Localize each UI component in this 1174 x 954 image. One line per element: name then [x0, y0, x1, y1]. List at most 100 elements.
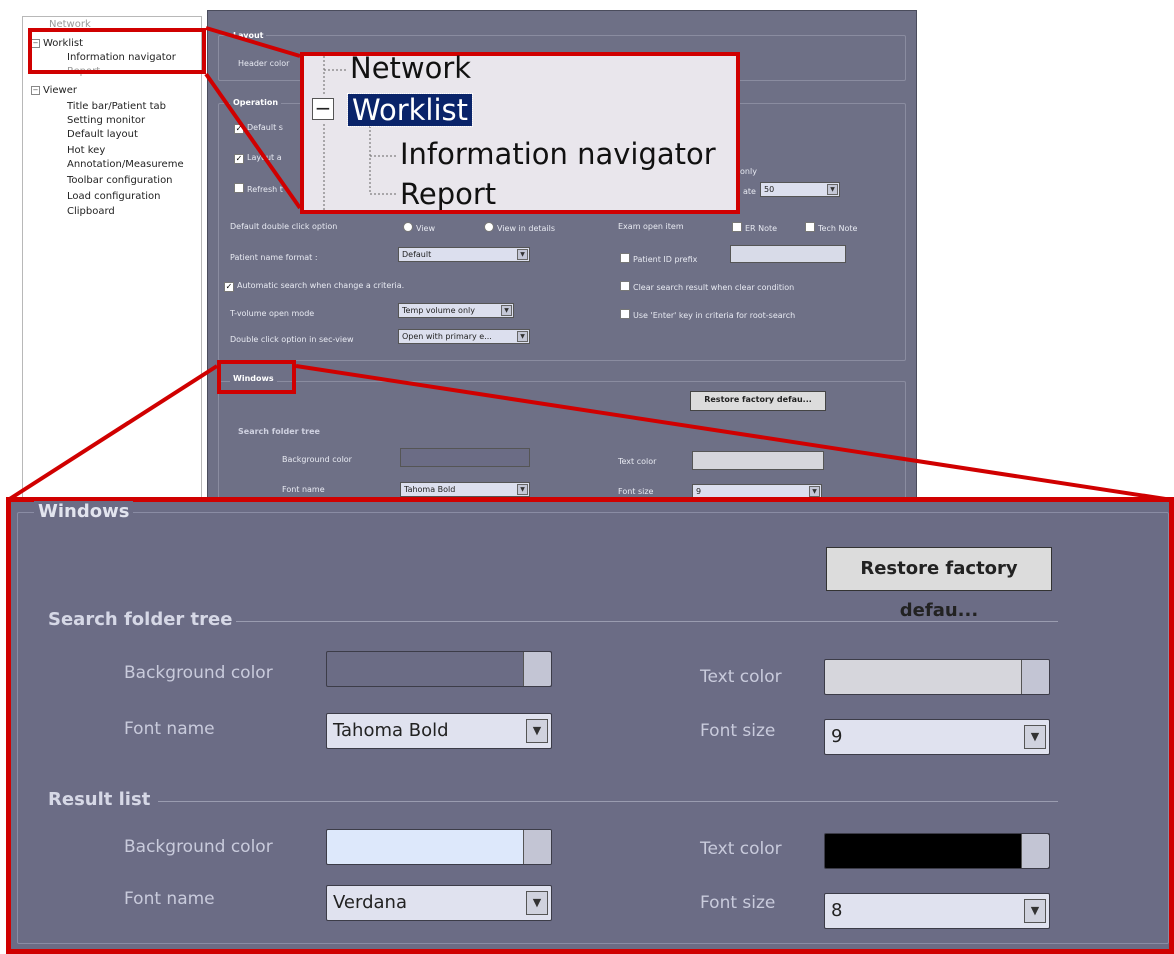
collapse-icon[interactable]: −: [312, 98, 334, 120]
dbl-secview-value: Open with primary e...: [402, 332, 492, 341]
zoom-tree-report[interactable]: Report: [400, 178, 496, 210]
checkbox-checked[interactable]: ✓: [234, 124, 244, 134]
tree-item-viewer[interactable]: − Viewer: [31, 85, 77, 97]
tree-item-clipboard[interactable]: Clipboard: [67, 206, 115, 218]
collapse-icon[interactable]: −: [31, 86, 40, 95]
font-name-label-small: Font name: [282, 485, 325, 494]
chevron-down-icon[interactable]: ▼: [517, 249, 528, 260]
zoom-tree-network[interactable]: Network: [350, 52, 471, 84]
tree-item-hot-key[interactable]: Hot key: [67, 145, 105, 157]
exam-open-label: Exam open item: [618, 222, 684, 231]
color-picker-button[interactable]: [523, 652, 551, 686]
rl-background-color-swatch[interactable]: [326, 829, 552, 865]
default-option[interactable]: ✓ Default s: [234, 123, 283, 134]
clear-search-option[interactable]: Clear search result when clear condition: [620, 281, 794, 292]
chevron-down-icon[interactable]: ▼: [1024, 725, 1046, 749]
sft-background-color-label: Background color: [124, 663, 273, 683]
operation-group-title: Operation: [230, 98, 282, 107]
highlight-box-windows: [217, 360, 296, 394]
chevron-down-icon[interactable]: ▼: [501, 305, 512, 316]
chevron-down-icon[interactable]: ▼: [526, 719, 548, 743]
dbl-secview-label: Double click option in sec-view: [230, 335, 354, 344]
sft-font-name-label: Font name: [124, 719, 215, 739]
restore-defaults-button-small[interactable]: Restore factory defau...: [690, 391, 826, 411]
patient-name-select[interactable]: Default ▼: [398, 247, 530, 262]
dbl-click-label: Default double click option: [230, 222, 338, 231]
tree-item-default-layout[interactable]: Default layout: [67, 129, 138, 141]
chevron-down-icon[interactable]: ▼: [517, 331, 528, 342]
view-radio[interactable]: View: [403, 222, 435, 233]
windows-zoom-panel: Windows Restore factory defau... Search …: [6, 497, 1174, 954]
zoom-tree-worklist[interactable]: Worklist: [346, 93, 474, 127]
er-note-label: ER Note: [745, 224, 778, 233]
font-size-label-small: Font size: [618, 487, 654, 496]
background-color-swatch-small[interactable]: [400, 448, 530, 467]
checkbox-checked[interactable]: ✓: [224, 282, 234, 292]
auto-search-label: Automatic search when change a criteria.: [237, 281, 405, 290]
sft-font-size-value: 9: [831, 726, 843, 747]
section-divider: [236, 621, 1058, 622]
er-note-option[interactable]: ER Note: [732, 222, 777, 233]
patient-id-prefix-input[interactable]: [730, 245, 846, 263]
rl-font-size-value: 8: [831, 900, 843, 921]
checkbox-unchecked[interactable]: [620, 253, 630, 263]
tree-item-setting-monitor[interactable]: Setting monitor: [67, 115, 145, 127]
tree-item-toolbar-configuration[interactable]: Toolbar configuration: [67, 175, 173, 187]
sft-background-color-swatch[interactable]: [326, 651, 552, 687]
search-folder-tree-heading-small: Search folder tree: [238, 427, 320, 436]
checkbox-unchecked[interactable]: [620, 281, 630, 291]
layout-option[interactable]: ✓ Layout a: [234, 153, 282, 164]
font-name-select-small[interactable]: Tahoma Bold ▼: [400, 482, 530, 497]
checkbox-unchecked[interactable]: [732, 222, 742, 232]
color-picker-button[interactable]: [1021, 834, 1049, 868]
checkbox-unchecked[interactable]: [805, 222, 815, 232]
view-detail-radio[interactable]: View in details: [484, 222, 555, 233]
tree-item-load-configuration[interactable]: Load configuration: [67, 191, 161, 203]
auto-search-option[interactable]: ✓ Automatic search when change a criteria…: [224, 281, 404, 292]
chevron-down-icon[interactable]: ▼: [1024, 899, 1046, 923]
checkbox-unchecked[interactable]: [234, 183, 244, 193]
patient-name-value: Default: [402, 250, 432, 259]
checkbox-checked[interactable]: ✓: [234, 154, 244, 164]
rate-select[interactable]: 50 ▼: [760, 182, 840, 197]
zoom-tree-information-navigator[interactable]: Information navigator: [400, 138, 716, 170]
tech-note-option[interactable]: Tech Note: [805, 222, 857, 233]
sft-text-color-swatch[interactable]: [824, 659, 1050, 695]
restore-factory-defaults-button[interactable]: Restore factory defau...: [826, 547, 1052, 621]
sft-font-name-select[interactable]: Tahoma Bold ▼: [326, 713, 552, 749]
view-detail-label: View in details: [497, 224, 556, 233]
rate-label: ate: [743, 187, 756, 196]
settings-tree: Network − Worklist Information navigator …: [22, 16, 202, 506]
rl-background-color-label: Background color: [124, 837, 273, 857]
tree-item-annotation[interactable]: Annotation/Measureme: [67, 159, 184, 171]
refresh-option[interactable]: Refresh t: [234, 183, 283, 194]
default-option-label: Default s: [247, 123, 283, 132]
rl-font-name-label: Font name: [124, 889, 215, 909]
chevron-down-icon[interactable]: ▼: [809, 486, 820, 497]
use-enter-label: Use 'Enter' key in criteria for root-sea…: [633, 311, 796, 320]
dbl-secview-select[interactable]: Open with primary e... ▼: [398, 329, 530, 344]
checkbox-unchecked[interactable]: [620, 309, 630, 319]
chevron-down-icon[interactable]: ▼: [827, 184, 838, 195]
chevron-down-icon[interactable]: ▼: [526, 891, 548, 915]
tech-note-label: Tech Note: [818, 224, 858, 233]
rl-font-name-select[interactable]: Verdana ▼: [326, 885, 552, 921]
tree-item-title-bar[interactable]: Title bar/Patient tab: [67, 101, 166, 113]
rl-text-color-swatch[interactable]: [824, 833, 1050, 869]
tree-zoom-callout: Network − Worklist Information navigator…: [300, 52, 740, 214]
radio-icon[interactable]: [403, 222, 413, 232]
text-color-swatch-small[interactable]: [692, 451, 824, 470]
color-picker-button[interactable]: [523, 830, 551, 864]
sft-font-size-select[interactable]: 9 ▼: [824, 719, 1050, 755]
sft-font-name-value: Tahoma Bold: [333, 720, 449, 741]
section-divider: [158, 801, 1058, 802]
color-picker-button[interactable]: [1021, 660, 1049, 694]
radio-icon[interactable]: [484, 222, 494, 232]
tvolume-select[interactable]: Temp volume only ▼: [398, 303, 514, 318]
use-enter-option[interactable]: Use 'Enter' key in criteria for root-sea…: [620, 309, 795, 320]
patient-id-prefix-option[interactable]: Patient ID prefix: [620, 253, 697, 264]
chevron-down-icon[interactable]: ▼: [517, 484, 528, 495]
only-text: only: [740, 167, 757, 176]
rl-font-size-select[interactable]: 8 ▼: [824, 893, 1050, 929]
sft-text-color-label: Text color: [700, 667, 782, 687]
